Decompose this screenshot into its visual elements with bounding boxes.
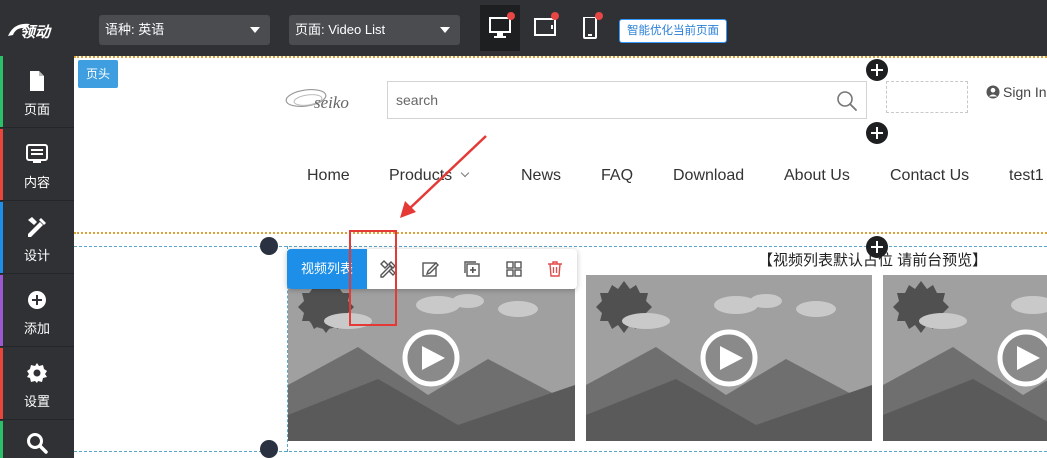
nav-item-download[interactable]: Download xyxy=(673,167,744,185)
file-icon xyxy=(30,71,44,91)
sidebar-item-settings[interactable]: 设置 xyxy=(0,348,74,420)
editor-canvas: 页头 seiko Sign In Home Products News FAQ … xyxy=(74,56,1047,458)
sidebar-item-label: 内容 xyxy=(23,175,50,190)
notification-dot xyxy=(595,12,603,20)
search-icon xyxy=(27,433,48,454)
video-thumbnail[interactable] xyxy=(586,275,872,441)
header-tag[interactable]: 页头 xyxy=(78,60,118,88)
svg-text:seiko: seiko xyxy=(314,93,349,112)
page-select-value: 页面: Video List xyxy=(295,22,386,37)
notification-dot xyxy=(507,12,515,20)
nav-item-contact-us[interactable]: Contact Us xyxy=(890,167,969,185)
sidebar-item-label: 设计 xyxy=(23,248,50,263)
sign-in-label: Sign In xyxy=(1003,84,1047,100)
add-section-button[interactable] xyxy=(866,122,888,144)
placeholder-slot[interactable] xyxy=(886,81,968,113)
add-section-button[interactable] xyxy=(866,59,888,81)
tablet-icon xyxy=(534,18,556,36)
top-bar: 领动 语种: 英语 页面: Video List 智能优化当前页面 xyxy=(0,0,1047,56)
sidebar-item-search[interactable] xyxy=(0,421,74,458)
video-thumbnail[interactable] xyxy=(883,275,1047,441)
desktop-icon xyxy=(489,17,511,38)
nav-item-home[interactable]: Home xyxy=(307,167,350,185)
user-icon xyxy=(986,85,1000,99)
delete-icon[interactable] xyxy=(545,259,565,279)
drag-handle[interactable] xyxy=(260,237,278,255)
mobile-icon xyxy=(583,17,597,39)
site-logo: seiko xyxy=(284,80,368,118)
design-icon xyxy=(28,217,46,237)
site-search-box[interactable] xyxy=(387,81,867,119)
nav-item-about-us[interactable]: About Us xyxy=(784,167,850,185)
svg-text:领动: 领动 xyxy=(20,24,52,41)
language-select[interactable]: 语种: 英语 xyxy=(99,15,270,45)
sidebar-item-label: 页面 xyxy=(23,102,50,117)
tablet-view-button[interactable] xyxy=(525,5,565,51)
nav-item-label: Products xyxy=(389,167,453,184)
desktop-view-button[interactable] xyxy=(480,5,520,51)
sidebar-item-page[interactable]: 页面 xyxy=(0,56,74,128)
content-icon xyxy=(26,144,48,163)
annotation-highlight-box xyxy=(349,230,397,326)
sidebar-item-content[interactable]: 内容 xyxy=(0,129,74,201)
notification-dot xyxy=(551,12,559,20)
nav-item-news[interactable]: News xyxy=(521,167,561,185)
caret-down-icon xyxy=(250,27,260,33)
sidebar-item-label: 设置 xyxy=(23,394,50,409)
add-icon xyxy=(28,291,46,309)
video-thumbnail[interactable] xyxy=(288,275,575,441)
sidebar-strip xyxy=(0,421,3,458)
sidebar-item-design[interactable]: 设计 xyxy=(0,202,74,274)
grid-layout-icon[interactable] xyxy=(504,259,524,279)
sidebar-item-add[interactable]: 添加 xyxy=(0,275,74,347)
video-placeholder-image xyxy=(288,275,575,441)
nav-item-faq[interactable]: FAQ xyxy=(601,167,633,185)
module-toolbar: 视频列表 xyxy=(287,249,577,289)
video-placeholder-image xyxy=(586,275,872,441)
video-placeholder-image xyxy=(883,275,1047,441)
sign-in-link[interactable]: Sign In xyxy=(986,84,1047,100)
left-sidebar: 页面 内容 设计 添加 设置 xyxy=(0,56,74,458)
edit-icon[interactable] xyxy=(420,259,440,279)
module-title: 【视频列表默认占位 请前台预览】 xyxy=(758,252,988,269)
mobile-view-button[interactable] xyxy=(570,5,610,51)
optimize-page-button[interactable]: 智能优化当前页面 xyxy=(619,19,727,43)
app-logo: 领动 xyxy=(4,14,70,44)
nav-item-test1[interactable]: test1 xyxy=(1009,167,1044,185)
nav-item-products[interactable]: Products xyxy=(389,167,470,185)
search-icon[interactable] xyxy=(836,90,858,112)
drag-handle[interactable] xyxy=(260,440,278,458)
language-select-value: 语种: 英语 xyxy=(105,22,165,37)
settings-icon xyxy=(27,363,47,383)
site-search-input[interactable] xyxy=(388,82,818,118)
caret-down-icon xyxy=(440,27,450,33)
page-select[interactable]: 页面: Video List xyxy=(289,15,460,45)
sidebar-item-label: 添加 xyxy=(23,321,50,336)
duplicate-icon[interactable] xyxy=(462,259,482,279)
chevron-down-icon xyxy=(460,168,470,178)
